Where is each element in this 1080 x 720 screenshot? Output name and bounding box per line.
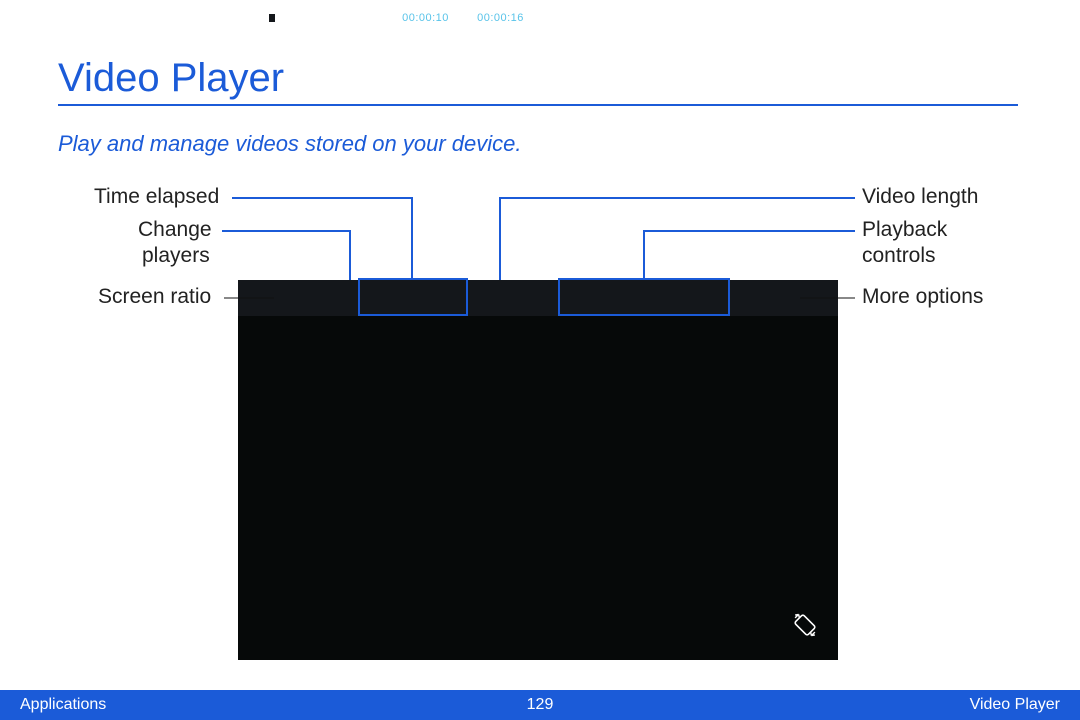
rotate-icon <box>790 610 820 640</box>
rotate-button[interactable] <box>790 610 820 640</box>
footer-section: Applications <box>20 696 106 714</box>
footer-topic: Video Player <box>970 696 1060 714</box>
footer-bar: Applications 129 Video Player <box>0 690 1080 720</box>
footer-page-number: 129 <box>0 696 1080 714</box>
leader-lines <box>0 0 1080 720</box>
